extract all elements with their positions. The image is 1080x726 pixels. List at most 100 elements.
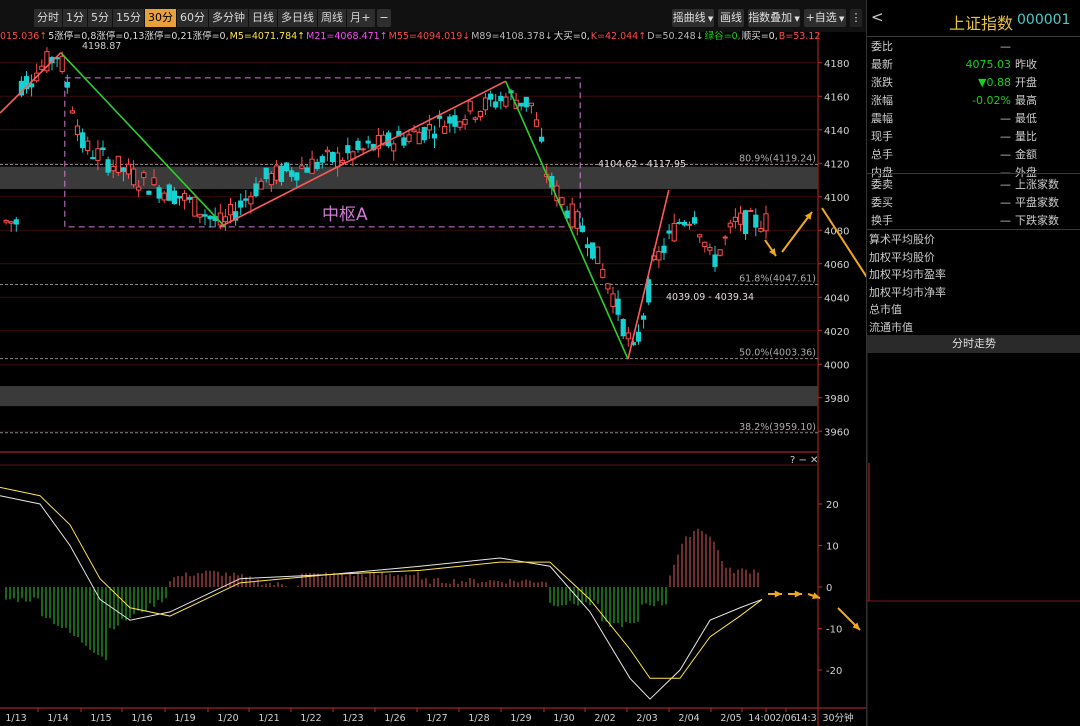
time-axis-label: 1/28 [468,713,489,724]
macd-tick-label: -20 [826,666,842,677]
time-axis-label: 2/04 [678,713,699,724]
candle-body [329,151,336,163]
quote-value: — [1000,112,1011,125]
candle-body [697,234,703,238]
candle-body [74,125,81,136]
candle-body [584,244,591,249]
divider [867,173,1080,174]
fib-label: 38.2%(3959.10) [739,422,816,433]
candle-body [360,148,366,151]
quote-value: -0.02% [972,94,1011,107]
candle-body [294,172,300,181]
time-axis-label: 1/26 [384,713,405,724]
time-axis-label: 30分钟 [822,712,853,724]
candle-body [717,249,723,256]
intraday-chart-area[interactable] [867,353,1080,726]
macd-tick-label: -10 [826,625,842,636]
candle-body [610,293,616,307]
candle-body [59,55,65,72]
macd-dea-line [0,486,763,679]
candle-body [151,177,157,186]
candle-body [243,198,249,201]
candle-body [477,110,483,118]
candle-body [299,165,305,169]
quote-value: ▼0.88 [978,76,1011,89]
sub-chart-controls: ? − ✕ [790,455,818,466]
candle-body [671,222,677,242]
quote-value: — [1000,196,1011,209]
candle-body [365,140,371,144]
stock-chart-app: 分时1分5分15分30分60分多分钟日线多日线周线月线 + − 摇曲线 ▼ 画线… [0,0,1080,726]
candle-body [314,161,320,169]
candle-body [482,97,489,111]
time-axis-label: 1/20 [217,713,238,724]
quote-row: 最新 4075.03 昨收 [867,56,1080,73]
projection-arrow-icon [794,590,802,598]
candle-body [707,247,713,251]
candle-body [763,213,769,232]
candle-body [304,167,310,173]
candle-body [278,165,285,182]
quote-row: 涨幅 -0.02% 最高 [867,92,1080,109]
quote-row: 现手 — 量比 [867,128,1080,145]
quote-row: 委买 — 平盘家数 [867,194,1080,211]
quote-label: 总手 [871,148,893,161]
time-axis-label: 14:3 [795,713,816,724]
candle-body [355,140,361,151]
quote-label: 换手 [871,214,893,227]
candle-body [646,279,652,303]
swing-line [0,52,62,114]
candle-body [635,331,642,342]
candle-body [125,163,132,175]
candle-body [115,155,121,173]
candle-body [85,140,91,151]
candlestick-chart[interactable]: 4180416041404120410040804060404040204000… [0,0,866,726]
back-arrow-icon[interactable]: < [871,8,884,26]
quote-label-2: 金额 [1015,148,1037,161]
price-tick-label: 4120 [824,159,849,170]
price-tick-label: 4040 [824,293,849,304]
candle-body [197,213,203,218]
candle-body [661,245,667,253]
candle-body [110,165,116,172]
candle-body [161,192,167,201]
swing-line [60,52,226,228]
range-label: 4104.62 - 4117.95 [598,159,686,170]
candle-body [340,159,346,163]
candle-body [625,332,631,340]
candle-body [605,283,611,290]
candle-body [273,165,279,181]
candle-body [426,123,432,131]
quote-label: 震幅 [871,112,893,125]
candle-body [681,221,687,226]
time-axis-label: 2/05 [720,713,741,724]
time-axis-label: 1/15 [90,713,111,724]
candle-body [176,196,183,199]
quote-row: 震幅 — 最低 [867,110,1080,127]
projection-arrow-line [781,211,813,253]
intraday-tab[interactable]: 分时走势 [867,335,1080,353]
quote-label: 现手 [871,130,893,143]
time-axis-label: 1/13 [5,713,26,724]
candle-body [539,136,545,142]
quote-value: — [1000,214,1011,227]
quote-label-2: 量比 [1015,130,1037,143]
valuation-label: 算术平均股价 [869,233,935,246]
candle-body [641,315,647,320]
valuation-label: 加权平均市盈率 [869,268,946,281]
quote-label: 委比 [871,40,893,53]
candle-body [29,83,35,88]
index-code: 000001 [1017,12,1071,28]
candle-body [253,183,259,197]
candle-body [335,152,341,168]
quote-label-2: 最高 [1015,94,1037,107]
quote-label: 涨幅 [871,94,893,107]
candle-body [95,148,101,161]
candle-body [64,81,70,88]
fib-label: 61.8%(4047.61) [739,274,816,285]
candle-body [462,118,468,125]
candle-body [656,251,662,261]
quote-value: — [1000,40,1011,53]
candle-body [712,254,718,267]
projection-arrow-icon [774,590,782,598]
